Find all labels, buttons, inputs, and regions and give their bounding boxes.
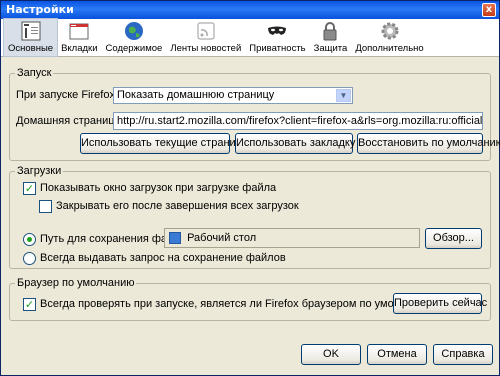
use-bookmark-button[interactable]: Использовать закладку — [235, 133, 355, 154]
tab-general[interactable]: Основные — [2, 18, 59, 57]
tab-tabs-label: Вкладки — [61, 43, 98, 54]
save-path-radio[interactable] — [23, 233, 36, 246]
default-browser-label: Всегда проверять при запуске, является л… — [40, 298, 432, 310]
tab-advanced-label: Дополнительно — [355, 43, 424, 54]
save-path-value: Рабочий стол — [187, 232, 257, 244]
startup-group-title: Запуск — [15, 67, 54, 79]
always-ask-radio[interactable] — [23, 252, 36, 265]
on-start-select[interactable]: Показать домашнюю страницу ▼ — [113, 87, 353, 104]
tab-feeds[interactable]: Ленты новостей — [166, 19, 245, 56]
close-after-checkbox[interactable] — [39, 200, 52, 213]
title-bar: Настройки x — [1, 1, 499, 19]
feeds-icon — [195, 20, 217, 42]
tab-tabs[interactable]: Вкладки — [57, 19, 101, 56]
on-start-label: При запуске Firefox: — [16, 89, 119, 101]
window-title: Настройки — [6, 3, 74, 16]
tab-security-label: Защита — [313, 43, 348, 54]
check-now-button[interactable]: Проверить сейчас — [393, 293, 487, 314]
default-browser-group: Браузер по умолчанию ✓ Всегда проверять … — [9, 277, 491, 321]
show-downloads-label: Показывать окно загрузок при загрузке фа… — [40, 182, 277, 194]
tab-privacy[interactable]: Приватность — [245, 19, 309, 56]
tab-privacy-label: Приватность — [249, 43, 306, 54]
general-icon — [20, 20, 42, 42]
tabs-icon — [68, 20, 90, 42]
default-browser-checkbox[interactable]: ✓ — [23, 298, 36, 311]
tab-general-label: Основные — [8, 43, 54, 54]
preferences-toolbar: Основные Вкладки Содержимое Ленты новост… — [1, 18, 499, 57]
security-lock-icon — [319, 20, 341, 42]
content-globe-icon — [123, 20, 145, 42]
desktop-icon — [169, 232, 181, 244]
privacy-mask-icon — [266, 20, 288, 42]
startup-group: Запуск При запуске Firefox: Показать дом… — [9, 67, 500, 161]
ok-button[interactable]: OK — [301, 344, 361, 365]
advanced-gear-icon — [379, 20, 401, 42]
tab-security[interactable]: Защита — [310, 19, 352, 56]
home-page-label: Домашняя страница: — [16, 115, 124, 127]
tab-feeds-label: Ленты новостей — [170, 43, 242, 54]
downloads-group: Загрузки ✓ Показывать окно загрузок при … — [9, 165, 491, 269]
restore-default-button[interactable]: Восстановить по умолчанию — [357, 133, 500, 154]
tab-advanced[interactable]: Дополнительно — [351, 19, 427, 56]
close-after-label: Закрывать его после завершения всех загр… — [56, 200, 299, 212]
help-button[interactable]: Справка — [433, 344, 493, 365]
show-downloads-checkbox[interactable]: ✓ — [23, 182, 36, 195]
chevron-down-icon: ▼ — [336, 89, 351, 102]
use-current-pages-button[interactable]: Использовать текущие страницы — [80, 133, 250, 154]
home-page-input[interactable]: http://ru.start2.mozilla.com/firefox?cli… — [113, 112, 483, 130]
browse-button[interactable]: Обзор... — [425, 228, 482, 249]
preferences-window: Настройки x Основные Вкладки Содержимое — [0, 0, 500, 376]
downloads-group-title: Загрузки — [15, 165, 64, 177]
default-browser-group-title: Браузер по умолчанию — [15, 277, 137, 289]
save-path-field: Рабочий стол — [164, 228, 420, 248]
always-ask-label: Всегда выдавать запрос на сохранение фай… — [40, 252, 286, 264]
cancel-button[interactable]: Отмена — [367, 344, 427, 365]
home-page-value: http://ru.start2.mozilla.com/firefox?cli… — [117, 115, 483, 127]
tab-content-label: Содержимое — [105, 43, 163, 54]
close-button[interactable]: x — [482, 3, 496, 17]
on-start-value: Показать домашнюю страницу — [117, 89, 275, 101]
tab-content[interactable]: Содержимое — [102, 19, 167, 56]
